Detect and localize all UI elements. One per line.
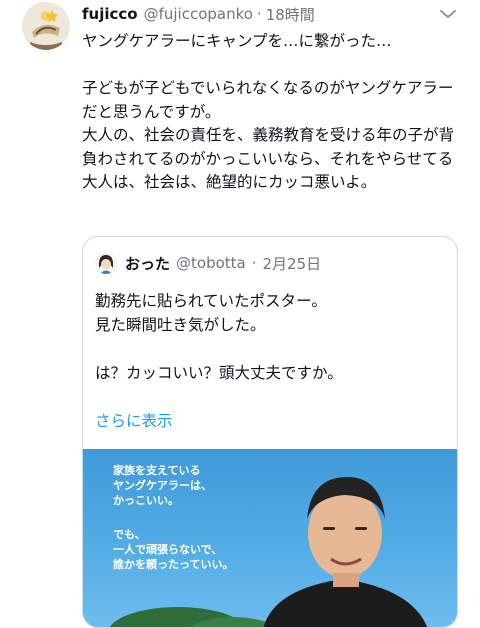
chevron-down-icon	[440, 10, 456, 18]
quoted-avatar-icon	[95, 252, 117, 274]
tweet-timestamp[interactable]: 18時間	[266, 4, 315, 25]
quoted-avatar	[95, 252, 117, 274]
poster-person-illustration	[109, 477, 428, 627]
quoted-tweet-header: おった @tobotta · 2月25日	[95, 251, 321, 275]
quoted-user-handle[interactable]: @tobotta	[176, 254, 246, 272]
quoted-display-name[interactable]: おった	[125, 253, 170, 274]
poster-image[interactable]: 家族を支えている ヤングケアラーは、 かっこいい。 でも、 一人で頑張らないで、…	[83, 449, 457, 627]
show-more-link[interactable]: さらに表示	[95, 409, 173, 431]
user-handle[interactable]: @fujiccopanko	[144, 5, 253, 23]
quoted-separator-dot: ·	[251, 254, 257, 272]
quoted-tweet-text: 勤務先に貼られていたポスター。 見た瞬間吐き気がした。 は？カッコいい？頭大丈夫…	[95, 292, 343, 382]
avatar[interactable]	[22, 2, 70, 50]
quoted-tweet-card[interactable]: おった @tobotta · 2月25日 勤務先に貼られていたポスター。 見た瞬…	[82, 236, 458, 628]
avatar-illustration-icon	[22, 2, 70, 50]
tweet-text: ヤングケアラーにキャンプを…に繋がった… 子どもが子どもでいられなくなるのがヤン…	[82, 32, 455, 191]
display-name[interactable]: fujicco	[82, 5, 138, 23]
quoted-date[interactable]: 2月25日	[263, 253, 322, 274]
more-options-button[interactable]	[436, 2, 460, 26]
separator-dot: ·	[256, 5, 262, 23]
tweet-header: fujicco @fujiccopanko · 18時間	[82, 2, 460, 26]
